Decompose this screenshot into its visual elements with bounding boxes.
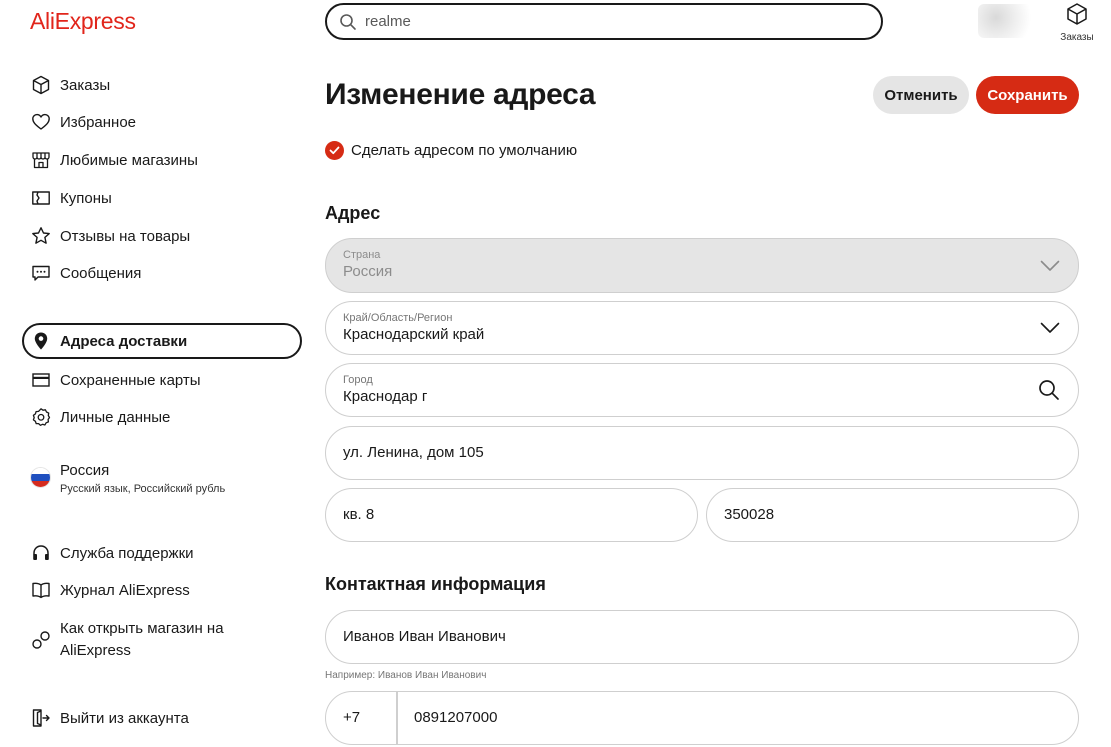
search-bar[interactable] — [325, 3, 883, 40]
heart-icon — [32, 113, 50, 130]
save-button[interactable]: Сохранить — [976, 76, 1079, 114]
sidebar-item-label: Купоны — [60, 189, 112, 207]
orders-shortcut-label: Заказы — [1060, 32, 1094, 43]
sidebar-item-label: Служба поддержки — [60, 544, 194, 562]
sidebar-item-label: Сохраненные карты — [60, 371, 201, 389]
default-address-checkbox[interactable] — [325, 141, 344, 160]
postal-code-value[interactable]: 350028 — [724, 506, 774, 523]
link-icon — [32, 631, 50, 649]
sidebar-item-delivery-addresses[interactable]: Адреса доставки — [22, 323, 302, 359]
sidebar-item-messages[interactable]: Сообщения — [22, 255, 302, 291]
avatar[interactable] — [978, 4, 1038, 38]
search-icon[interactable] — [339, 13, 357, 31]
sidebar-item-journal[interactable]: Журнал AliExpress — [22, 572, 302, 608]
region-label: Край/Область/Регион — [343, 312, 453, 324]
phone-code[interactable]: +7 — [343, 709, 360, 726]
aliexpress-logo[interactable]: AliExpress — [30, 8, 136, 35]
box-icon — [32, 75, 50, 95]
apartment-value[interactable]: кв. 8 — [343, 506, 374, 523]
chevron-down-icon[interactable] — [1040, 322, 1060, 334]
sidebar-item-label: Заказы — [60, 76, 111, 94]
city-field[interactable]: Город Краснодар г — [325, 363, 1079, 417]
full-name-field[interactable]: Иванов Иван Иванович — [325, 610, 1079, 664]
sidebar-item-favorites[interactable]: Избранное — [22, 104, 302, 140]
box-icon — [1067, 3, 1087, 25]
street-field[interactable]: ул. Ленина, дом 105 — [325, 426, 1079, 480]
sidebar-item-label: Как открыть магазин на AliExpress — [60, 620, 224, 659]
headphones-icon — [33, 545, 49, 560]
message-icon — [32, 265, 50, 281]
region-select[interactable]: Край/Область/Регион Краснодарский край — [325, 301, 1079, 355]
store-icon — [32, 152, 50, 169]
country-select: Страна Россия — [325, 238, 1079, 293]
book-icon — [32, 582, 50, 599]
default-address-checkbox-row[interactable]: Сделать адресом по умолчанию — [325, 141, 577, 160]
search-icon[interactable] — [1038, 379, 1060, 401]
sidebar-item-label: Адреса доставки — [60, 332, 188, 350]
chevron-down-icon — [1040, 260, 1060, 271]
contact-section-title: Контактная информация — [325, 574, 546, 594]
region-details: Русский язык, Российский рубль — [60, 483, 226, 495]
address-section-title: Адрес — [325, 203, 381, 223]
city-label: Город — [343, 374, 373, 386]
country-label: Страна — [343, 249, 381, 261]
sidebar-item-coupons[interactable]: Купоны — [22, 180, 302, 216]
sidebar-item-label: Выйти из аккаунта — [60, 709, 189, 727]
sidebar-item-label: Сообщения — [60, 264, 142, 282]
postal-code-field[interactable]: 350028 — [706, 488, 1079, 542]
sidebar-item-orders[interactable]: Заказы — [22, 67, 302, 103]
sidebar-item-label: Журнал AliExpress — [60, 581, 190, 599]
sidebar-item-label: Любимые магазины — [60, 151, 198, 169]
page-title: Изменение адреса — [325, 78, 596, 111]
sidebar-item-reviews[interactable]: Отзывы на товары — [22, 218, 302, 254]
sidebar-item-favorite-stores[interactable]: Любимые магазины — [22, 142, 302, 178]
logout-icon — [32, 709, 50, 727]
search-input[interactable] — [365, 13, 845, 30]
star-icon — [32, 227, 50, 244]
sidebar-item-label: Избранное — [60, 113, 137, 131]
gear-icon — [32, 408, 51, 426]
location-pin-icon — [34, 332, 48, 350]
card-icon — [32, 373, 50, 387]
sidebar-item-label: Отзывы на товары — [60, 227, 191, 245]
russia-flag-icon — [30, 467, 51, 488]
region-value: Краснодарский край — [343, 326, 485, 343]
full-name-hint: Например: Иванов Иван Иванович — [325, 670, 487, 681]
phone-divider — [396, 692, 398, 744]
cancel-button[interactable]: Отменить — [873, 76, 969, 114]
country-value: Россия — [343, 263, 393, 280]
street-value[interactable]: ул. Ленина, дом 105 — [343, 444, 484, 461]
sidebar-item-support[interactable]: Служба поддержки — [22, 535, 302, 571]
default-address-label: Сделать адресом по умолчанию — [351, 142, 578, 159]
region-country: Россия — [60, 462, 110, 479]
city-value[interactable]: Краснодар г — [343, 388, 427, 405]
region-selector[interactable]: Россия Русский язык, Российский рубль — [30, 460, 225, 495]
orders-shortcut[interactable]: Заказы — [1052, 2, 1102, 43]
coupon-icon — [32, 191, 50, 205]
full-name-value[interactable]: Иванов Иван Иванович — [343, 628, 506, 645]
logout-button[interactable]: Выйти из аккаунта — [22, 700, 302, 736]
phone-number[interactable]: 0891207000 — [414, 709, 497, 726]
phone-field[interactable]: +7 0891207000 — [325, 691, 1079, 745]
sidebar-item-open-store[interactable]: Как открыть магазин на AliExpress — [22, 615, 302, 665]
apartment-field[interactable]: кв. 8 — [325, 488, 698, 542]
sidebar-item-label: Личные данные — [60, 408, 171, 426]
sidebar-item-saved-cards[interactable]: Сохраненные карты — [22, 362, 302, 398]
sidebar-item-personal-data[interactable]: Личные данные — [22, 399, 302, 435]
checkmark-icon — [329, 146, 340, 155]
